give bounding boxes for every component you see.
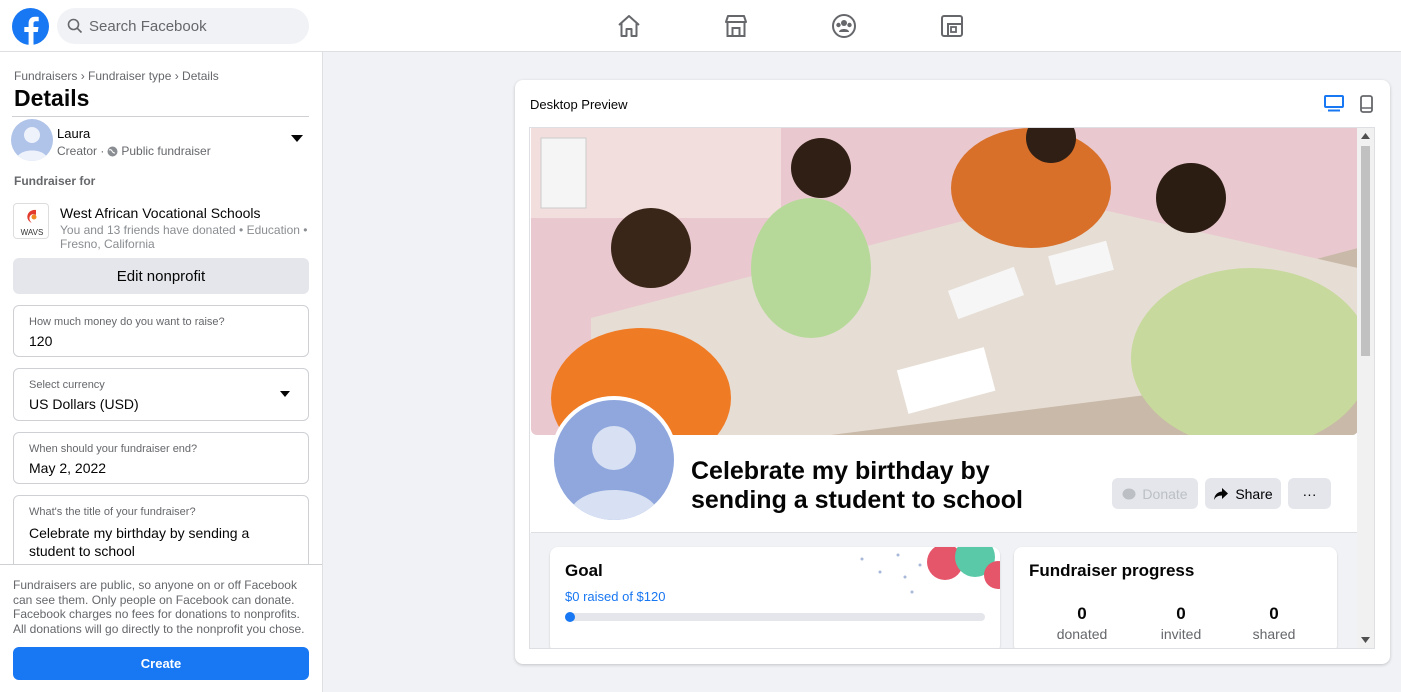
divider xyxy=(531,532,1358,533)
fundraiser-title-field[interactable]: What's the title of your fundraiser? Cel… xyxy=(13,495,309,575)
nonprofit-logo: WAVS xyxy=(13,203,49,239)
mobile-icon[interactable] xyxy=(1360,95,1373,113)
fundraiser-details-panel: Fundraisers › Fundraiser type › Details … xyxy=(0,52,323,692)
notice-text: Fundraisers are public, so anyone on or … xyxy=(13,578,305,636)
preview-card: Desktop Preview Celebrate my birthday by… xyxy=(515,80,1390,664)
avatar xyxy=(11,119,53,161)
donated-label: donated xyxy=(1056,626,1108,642)
balloons-decoration xyxy=(860,547,1000,594)
currency-label: Select currency xyxy=(29,379,105,391)
goal-progress-bar xyxy=(565,612,985,622)
nonprofit-meta: You and 13 friends have donated • Educat… xyxy=(60,223,308,251)
search-icon xyxy=(67,18,83,34)
gaming-icon[interactable] xyxy=(939,13,965,39)
scrollbar[interactable] xyxy=(1357,128,1374,648)
scroll-thumb[interactable] xyxy=(1361,146,1370,356)
footer-notice: Fundraisers are public, so anyone on or … xyxy=(0,564,322,692)
shared-stat: 0 shared xyxy=(1234,604,1314,642)
share-icon xyxy=(1214,487,1229,500)
donate-icon xyxy=(1122,488,1136,499)
currency-select[interactable]: Select currency US Dollars (USD) xyxy=(13,368,309,421)
progress-fill xyxy=(565,612,575,622)
shared-count: 0 xyxy=(1269,604,1279,623)
desktop-icon[interactable] xyxy=(1324,95,1344,112)
globe-icon xyxy=(107,146,118,156)
share-button[interactable]: Share xyxy=(1205,478,1281,509)
invited-label: invited xyxy=(1160,626,1202,642)
end-date-value[interactable]: May 2, 2022 xyxy=(29,460,106,476)
more-options-button[interactable]: ··· xyxy=(1288,478,1331,509)
scroll-up-icon[interactable] xyxy=(1361,133,1370,139)
donated-stat: 0 donated xyxy=(1042,604,1122,642)
edit-nonprofit-button[interactable]: Edit nonprofit xyxy=(13,258,309,294)
goal-amount-value[interactable]: 120 xyxy=(29,333,52,349)
goal-amount-field[interactable]: How much money do you want to raise? 120 xyxy=(13,305,309,357)
goal-card: Goal $0 raised of $120 xyxy=(550,547,1000,648)
end-date-field[interactable]: When should your fundraiser end? May 2, … xyxy=(13,432,309,484)
chevron-down-icon[interactable] xyxy=(291,135,303,142)
fundraiser-progress-card: Fundraiser progress 0 donated 0 invited … xyxy=(1014,547,1337,648)
marketplace-icon[interactable] xyxy=(723,13,749,39)
groups-icon[interactable] xyxy=(831,13,857,39)
nonprofit-logo-text: WAVS xyxy=(21,228,44,237)
donated-count: 0 xyxy=(1077,604,1087,623)
fundraiser-title-value[interactable]: Celebrate my birthday by sending a stude… xyxy=(29,524,289,560)
goal-raised: $0 raised of $120 xyxy=(565,589,666,604)
creator-meta: Creator · Public fundraiser xyxy=(57,144,211,158)
creator-name: Laura xyxy=(57,126,91,141)
goal-title: Goal xyxy=(565,561,603,580)
page-title: Details xyxy=(14,85,90,111)
donate-label: Donate xyxy=(1142,485,1188,502)
creator-role: Creator · xyxy=(57,144,105,158)
preview-title: Desktop Preview xyxy=(530,97,628,112)
invited-count: 0 xyxy=(1176,604,1186,623)
cover-photo xyxy=(531,128,1358,435)
search-input[interactable] xyxy=(89,17,289,35)
currency-value[interactable]: US Dollars (USD) xyxy=(29,396,139,412)
progress-title: Fundraiser progress xyxy=(1029,561,1195,580)
visibility-label: Public fundraiser xyxy=(121,144,211,158)
fundraiser-title-label: What's the title of your fundraiser? xyxy=(29,506,196,518)
breadcrumb[interactable]: Fundraisers › Fundraiser type › Details xyxy=(14,69,219,83)
nonprofit-name[interactable]: West African Vocational Schools xyxy=(60,205,261,221)
share-label: Share xyxy=(1235,485,1273,502)
fundraiser-profile-picture xyxy=(550,396,678,524)
shared-label: shared xyxy=(1252,626,1296,642)
divider xyxy=(12,116,309,117)
goal-amount-label: How much money do you want to raise? xyxy=(29,316,225,328)
fundraiser-title: Celebrate my birthday by sending a stude… xyxy=(691,457,1023,514)
scroll-down-icon[interactable] xyxy=(1361,637,1370,643)
fundraiser-for-label: Fundraiser for xyxy=(14,174,96,188)
invited-stat: 0 invited xyxy=(1141,604,1221,642)
top-navigation-bar xyxy=(0,0,1401,52)
home-icon[interactable] xyxy=(616,13,642,39)
donate-button[interactable]: Donate xyxy=(1112,478,1198,509)
facebook-logo[interactable] xyxy=(12,8,49,45)
create-button[interactable]: Create xyxy=(13,647,309,680)
end-date-label: When should your fundraiser end? xyxy=(29,443,198,455)
search-bar[interactable] xyxy=(57,8,309,44)
desktop-preview-frame: Celebrate my birthday by sending a stude… xyxy=(529,127,1375,649)
chevron-down-icon[interactable] xyxy=(280,391,290,397)
